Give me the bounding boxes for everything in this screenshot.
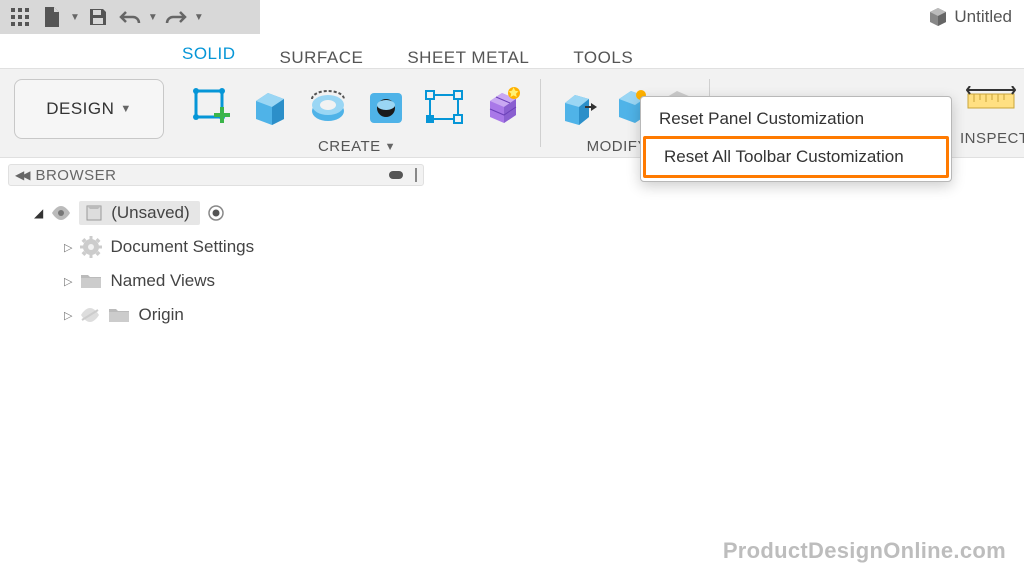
tree-root-row[interactable]: ◢ (Unsaved) [34,196,254,230]
gear-icon [80,236,102,258]
menu-reset-panel[interactable]: Reset Panel Customization [641,101,951,137]
panel-inspect-label[interactable]: INSPECT [960,130,1024,147]
cube-icon [928,7,948,27]
document-title: Untitled [954,7,1012,27]
redo-caret-icon[interactable]: ▼ [194,12,204,23]
title-bar: Untitled [928,0,1024,34]
tree-root-label: (Unsaved) [111,203,189,223]
design-workspace-dropdown[interactable]: DESIGN ▼ [14,79,164,139]
panel-menu-icon[interactable] [415,168,417,182]
sketch-button[interactable] [188,83,236,131]
tree-doc-settings-row[interactable]: ▷ Document Settings [34,230,254,264]
box-button[interactable] [246,83,294,131]
quick-access-toolbar: ▼ ▼ ▼ [0,0,260,34]
visibility-icon[interactable] [51,206,71,220]
undo-button[interactable] [116,3,144,31]
minimize-icon[interactable] [389,171,403,179]
panel-create: CREATE ▼ [178,69,536,157]
panel-separator [540,79,541,147]
collapse-left-icon[interactable]: ◀◀ [15,168,27,182]
tree-doc-settings-label: Document Settings [110,237,254,257]
tree-origin-label: Origin [138,305,183,325]
new-file-button[interactable] [38,3,66,31]
browser-panel-header[interactable]: ◀◀ BROWSER [8,164,424,186]
expand-toggle-icon[interactable]: ▷ [64,241,72,254]
chevron-down-icon: ▼ [385,141,396,153]
design-dropdown-label: DESIGN [46,99,114,119]
toolbar-context-menu: Reset Panel Customization Reset All Tool… [640,96,952,182]
component-icon [85,204,103,222]
undo-caret-icon[interactable]: ▼ [148,12,158,23]
folder-icon [108,306,130,324]
save-button[interactable] [84,3,112,31]
expand-toggle-icon[interactable]: ▷ [64,309,72,322]
folder-icon [80,272,102,290]
form-button[interactable] [420,83,468,131]
hole-button[interactable] [362,83,410,131]
tree-named-views-label: Named Views [110,271,215,291]
press-pull-button[interactable] [555,83,603,131]
panel-create-label[interactable]: CREATE ▼ [318,138,396,155]
apps-grid-button[interactable] [6,3,34,31]
menu-reset-all-toolbar[interactable]: Reset All Toolbar Customization [643,136,949,178]
revolve-button[interactable] [304,83,352,131]
chevron-down-icon: ▼ [120,103,131,115]
redo-button[interactable] [162,3,190,31]
activate-radio-icon[interactable] [208,205,224,221]
visibility-off-icon[interactable] [80,308,100,322]
watermark-text: ProductDesignOnline.com [723,538,1006,564]
tspline-button[interactable] [478,83,526,131]
browser-title: BROWSER [35,167,116,184]
new-file-caret-icon[interactable]: ▼ [70,12,80,23]
browser-tree: ◢ (Unsaved) ▷ Document Settings ▷ [34,196,254,332]
expand-toggle-icon[interactable]: ◢ [34,206,43,220]
expand-toggle-icon[interactable]: ▷ [64,275,72,288]
tree-origin-row[interactable]: ▷ Origin [34,298,254,332]
measure-button[interactable] [966,86,1016,116]
tree-named-views-row[interactable]: ▷ Named Views [34,264,254,298]
